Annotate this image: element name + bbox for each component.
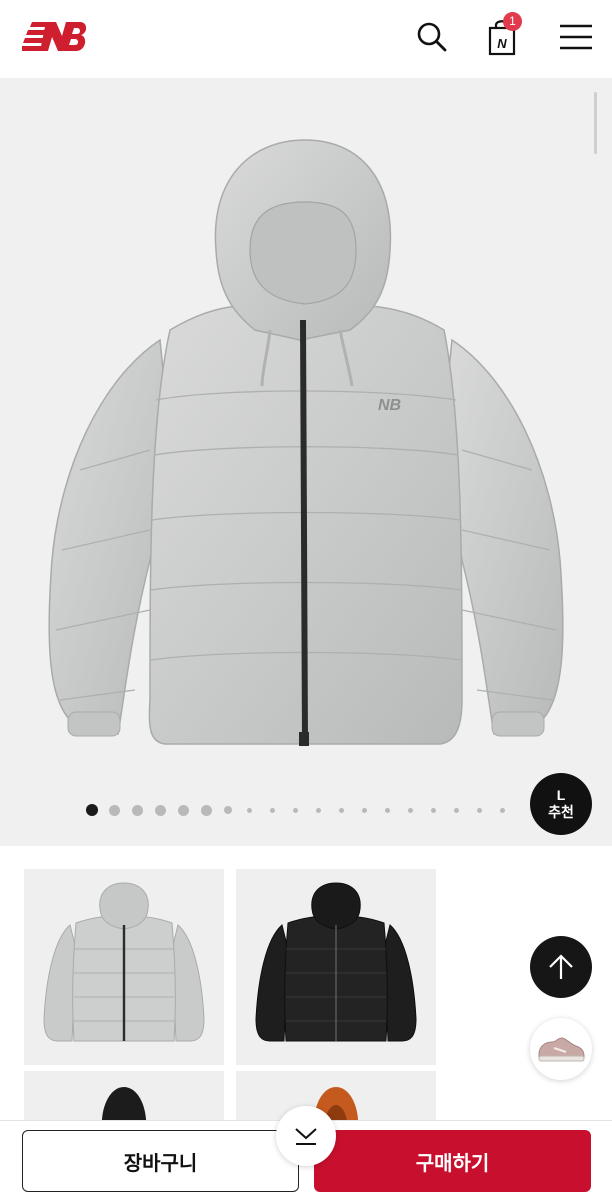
pagination-dot[interactable]	[385, 807, 390, 813]
pagination-dot[interactable]	[132, 804, 143, 816]
pagination-dot[interactable]	[339, 807, 344, 813]
collapse-bar-button[interactable]	[276, 1106, 336, 1166]
pagination-dot[interactable]	[316, 807, 321, 813]
pagination-dot[interactable]	[178, 804, 189, 816]
color-option-thumbnail[interactable]	[24, 869, 224, 1065]
recently-viewed-button[interactable]	[530, 1018, 592, 1080]
pagination-dot[interactable]	[408, 807, 413, 813]
search-icon	[417, 22, 447, 52]
pagination-dot[interactable]	[500, 807, 505, 813]
buy-now-button[interactable]: 구매하기	[314, 1130, 591, 1192]
chevron-down-icon	[295, 1128, 317, 1145]
gray-jacket-thumbnail	[43, 882, 205, 1042]
svg-text:NB: NB	[378, 397, 401, 414]
pagination-dot[interactable]	[454, 807, 459, 813]
menu-button[interactable]	[556, 16, 596, 58]
recommended-size-label: 추천	[548, 804, 574, 820]
pagination-dot[interactable]	[224, 806, 232, 814]
recommended-size-badge[interactable]: L 추천	[530, 773, 592, 835]
pagination-dot[interactable]	[477, 807, 482, 813]
pagination-dot[interactable]	[201, 804, 212, 816]
add-to-cart-button[interactable]: 장바구니	[22, 1130, 299, 1192]
pagination-dot[interactable]	[109, 804, 120, 816]
pagination-dot[interactable]	[270, 807, 275, 813]
cart-count-badge: 1	[503, 12, 522, 31]
gallery-pagination-dots	[86, 803, 523, 817]
pagination-dot[interactable]	[247, 807, 252, 813]
color-option-thumbnail[interactable]	[236, 869, 436, 1065]
gallery-scroll-indicator	[594, 92, 597, 154]
arrow-up-icon	[549, 954, 573, 979]
pagination-dot[interactable]	[362, 807, 367, 813]
sneaker-thumbnail	[538, 1037, 585, 1062]
pagination-dot[interactable]	[431, 807, 436, 813]
new-balance-logo[interactable]	[22, 20, 88, 54]
recommended-size-value: L	[556, 787, 566, 803]
pagination-dot-active[interactable]	[86, 804, 98, 816]
top-header: N 1	[0, 0, 612, 78]
puffer-jacket-image: NB	[48, 139, 564, 746]
pagination-dot[interactable]	[155, 804, 166, 816]
black-jacket-thumbnail	[255, 882, 417, 1042]
product-main-image[interactable]: NB	[0, 78, 612, 846]
search-button[interactable]	[412, 16, 452, 58]
svg-text:N: N	[497, 36, 507, 51]
pagination-dot[interactable]	[293, 807, 298, 813]
hamburger-menu-icon	[560, 24, 592, 50]
scroll-to-top-button[interactable]	[530, 936, 592, 998]
